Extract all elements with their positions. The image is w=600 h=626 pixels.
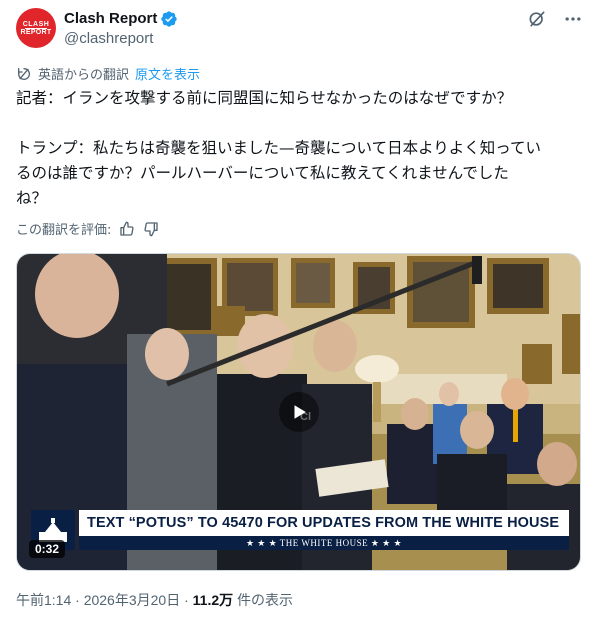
video-duration: 0:32 xyxy=(29,540,66,558)
translate-icon xyxy=(18,67,30,80)
view-count[interactable]: 11.2万 xyxy=(193,592,233,608)
avatar-logo-line1: CLASH xyxy=(22,21,50,28)
video-player[interactable]: Cl TEXT “POTUS” TO 45470 FOR UPDATES FRO… xyxy=(16,253,581,571)
grok-icon xyxy=(529,11,545,27)
rate-translation: この翻訳を評価: xyxy=(16,219,159,238)
play-icon xyxy=(294,405,306,419)
avatar[interactable]: CLASH REPORT xyxy=(16,8,56,48)
tweet-time[interactable]: 午前1:14 xyxy=(16,592,71,608)
video-banner: TEXT “POTUS” TO 45470 FOR UPDATES FROM T… xyxy=(79,510,569,550)
meta-separator: · xyxy=(71,592,84,608)
meta-separator: · xyxy=(180,592,193,608)
tweet-line-answer-3: ね？ xyxy=(16,189,48,207)
more-button[interactable] xyxy=(562,8,584,30)
tweet-line-answer-2: るのは誰ですか？パールハーバーについて私に教えてくれませんでした xyxy=(16,164,509,182)
tweet-date[interactable]: 2026年3月20日 xyxy=(84,592,181,608)
translation-label: 英語からの翻訳 xyxy=(38,68,130,83)
display-name-row[interactable]: Clash Report xyxy=(64,9,178,29)
tweet-meta: 午前1:14 · 2026年3月20日 · 11.2万 件の表示 xyxy=(16,590,293,610)
banner-text: TEXT “POTUS” TO 45470 FOR UPDATES FROM T… xyxy=(79,510,569,536)
avatar-logo-line2: REPORT xyxy=(20,29,52,36)
banner-subtext: ★ ★ ★ THE WHITE HOUSE ★ ★ ★ xyxy=(79,536,569,550)
play-button[interactable] xyxy=(279,392,319,432)
view-count-label: 件の表示 xyxy=(233,592,294,608)
tweet-line-question: 記者：イランを攻撃する前に同盟国に知らせなかったのはなぜですか？ xyxy=(16,89,513,107)
tweet-line-answer-1: トランプ：私たちは奇襲を狙いました—奇襲について日本よりよく知ってい xyxy=(16,139,541,157)
display-name[interactable]: Clash Report xyxy=(64,9,157,29)
top-actions xyxy=(526,8,584,30)
tweet-text: 記者：イランを攻撃する前に同盟国に知らせなかったのはなぜですか？ トランプ：私た… xyxy=(16,86,588,211)
tweet-header: CLASH REPORT Clash Report @clashreport xyxy=(16,6,584,50)
show-original-link[interactable]: 原文を表示 xyxy=(135,64,200,83)
grok-button[interactable] xyxy=(526,8,548,30)
rate-translation-label: この翻訳を評価: xyxy=(16,223,112,238)
account-handle[interactable]: @clashreport xyxy=(64,29,178,49)
translation-notice: 英語からの翻訳 原文を表示 xyxy=(16,64,200,83)
account-name-block: Clash Report @clashreport xyxy=(64,8,178,49)
thumbs-down-icon[interactable] xyxy=(143,221,159,237)
more-icon xyxy=(565,17,581,21)
verified-badge-icon xyxy=(161,11,178,27)
thumbs-up-icon[interactable] xyxy=(119,221,135,237)
